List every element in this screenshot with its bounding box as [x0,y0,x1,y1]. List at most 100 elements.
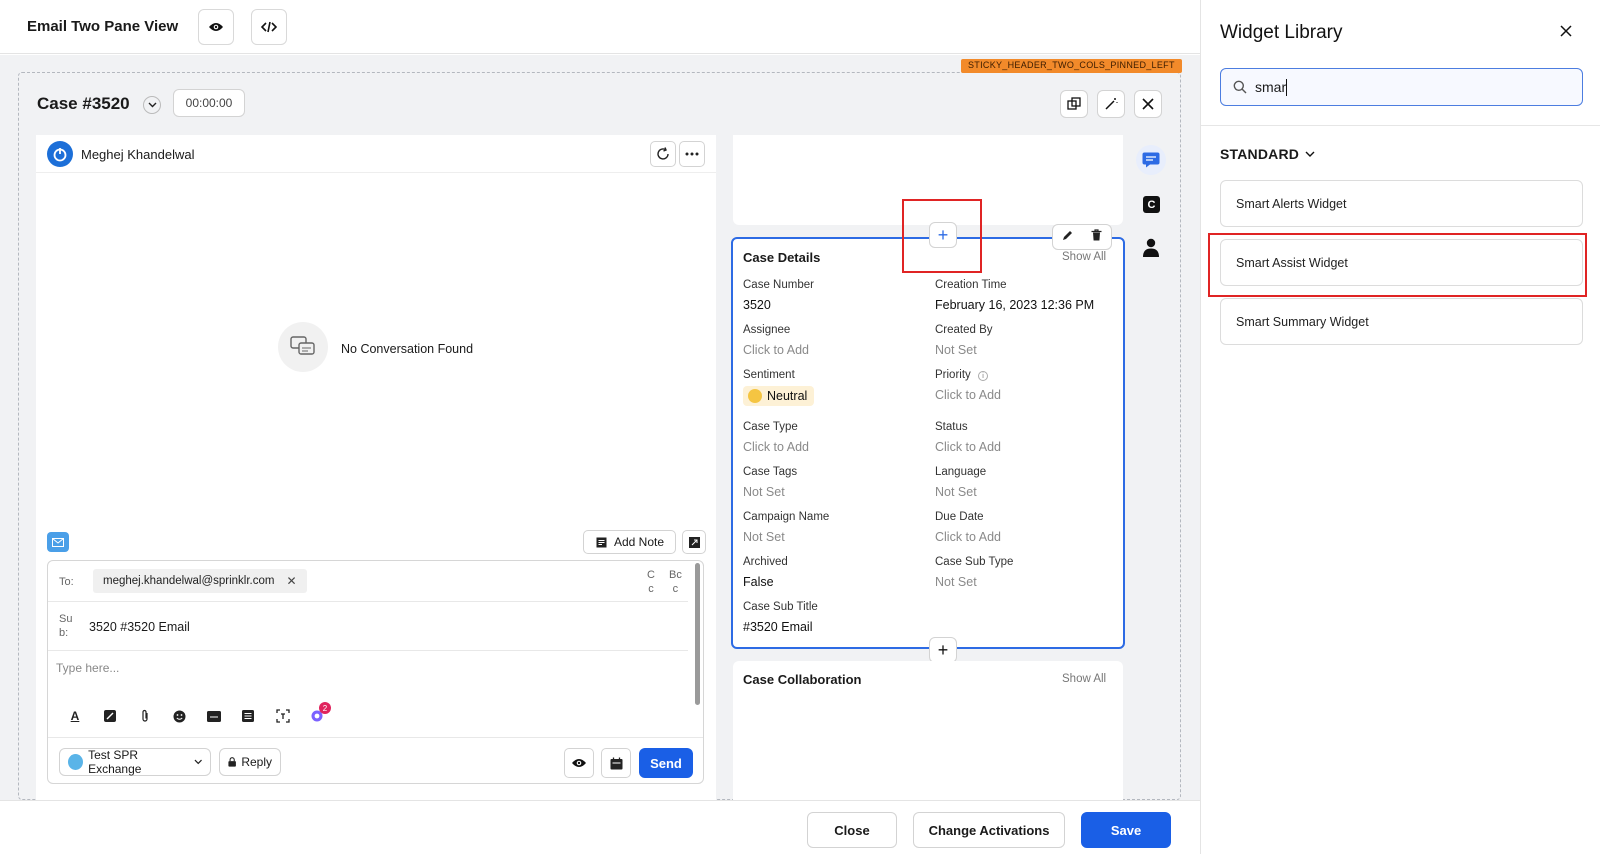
avatar [47,141,73,167]
subject-input[interactable]: 3520 #3520 Email [89,620,190,634]
message-body-input[interactable]: Type here... [56,661,119,675]
field-value[interactable]: Click to Add [935,440,1001,454]
account-selector[interactable]: Test SPR Exchange [59,748,211,776]
section-title: STANDARD [1220,146,1300,162]
subject-label: Su b: [59,613,73,639]
delete-icon[interactable] [1091,228,1102,246]
field-value[interactable]: Not Set [935,575,977,589]
save-button[interactable]: Save [1081,812,1171,848]
refresh-button[interactable] [650,141,676,167]
close-icon [1142,98,1154,110]
widget-library-panel [1200,0,1600,854]
divider [1201,125,1600,126]
info-icon[interactable]: i [978,371,988,381]
field-value: #3520 Email [743,620,813,634]
preview-email-button[interactable] [564,748,594,778]
contact-name: Meghej Khandelwal [81,147,195,162]
layout-tag: STICKY_HEADER_TWO_COLS_PINNED_LEFT [961,59,1182,73]
account-name: Test SPR Exchange [88,748,142,776]
widget-item-smart-summary[interactable]: Smart Summary Widget [1220,298,1583,345]
gif-icon[interactable] [205,707,223,725]
code-view-button[interactable] [251,9,287,45]
divider [48,650,688,651]
chevron-down-icon [194,759,202,765]
field-value: 3520 [743,298,771,312]
send-button[interactable]: Send [639,748,693,778]
add-widget-below-button[interactable]: + [929,637,957,663]
code-icon [261,21,277,33]
text-format-icon[interactable]: A [66,707,84,725]
divider [48,601,688,602]
case-dropdown-button[interactable] [143,96,161,114]
close-case-button[interactable] [1134,90,1162,118]
case-nav-icon[interactable]: C [1143,196,1160,213]
reply-mode-button[interactable]: Reply [219,748,281,776]
field-label: Case Number [743,279,814,291]
edit-icon[interactable] [1062,228,1073,246]
close-library-button[interactable] [1560,24,1572,42]
attachment-icon[interactable] [136,707,154,725]
insert-link-icon[interactable] [101,707,119,725]
magic-wand-icon [1105,98,1118,110]
field-label: Case Sub Type [935,556,1014,568]
bcc-toggle[interactable]: Bc c [669,568,682,596]
case-details-show-all[interactable]: Show All [1062,251,1106,263]
chevron-down-icon [1305,151,1315,157]
highlight-box [902,199,982,273]
field-value: False [743,575,774,589]
widget-search-input[interactable]: smar [1220,68,1583,106]
field-label: Created By [935,324,993,336]
recipient-email: meghej.khandelwal@sprinklr.com [103,575,275,587]
preview-button[interactable] [198,9,234,45]
chat-bubbles-icon [290,336,315,355]
field-label: Case Sub Title [743,601,818,613]
expand-composer-button[interactable] [682,530,706,554]
note-icon [596,537,607,547]
composer-scrollbar[interactable] [695,563,700,705]
field-value: Neutral [743,386,815,406]
emoji-icon[interactable] [170,707,188,725]
highlight-box [1208,233,1587,297]
template-icon[interactable] [239,707,257,725]
to-label: To: [59,576,74,588]
case-title: Case #3520 [37,94,130,113]
field-value[interactable]: Not Set [743,485,785,499]
lock-icon [228,757,236,767]
change-activations-button[interactable]: Change Activations [913,812,1065,848]
profile-nav-icon[interactable] [1142,238,1160,263]
collaboration-title: Case Collaboration [743,672,862,687]
field-value: February 16, 2023 12:36 PM [935,298,1095,312]
copy-icon [1067,97,1081,110]
duplicate-button[interactable] [1060,90,1088,118]
add-note-button[interactable]: Add Note [583,530,676,554]
field-value[interactable]: Click to Add [935,388,1001,402]
field-value[interactable]: Not Set [935,485,977,499]
remove-recipient-icon[interactable]: ✕ [286,574,296,588]
more-options-button[interactable] [679,141,705,167]
text-expand-icon[interactable] [274,707,292,725]
field-label: Case Type [743,421,798,433]
collaboration-show-all[interactable]: Show All [1062,673,1106,685]
account-avatar [68,754,84,770]
add-note-label: Add Note [614,535,665,549]
field-label: Creation Time [935,279,1007,291]
search-icon [1233,80,1247,94]
field-value[interactable]: Not Set [935,343,977,357]
empty-conversation-message: No Conversation Found [341,342,474,356]
notification-badge: 2 [319,702,331,714]
close-button[interactable]: Close [807,812,897,848]
field-label: Language [935,466,987,478]
magic-wand-button[interactable] [1097,90,1125,118]
conversation-empty-icon [278,322,328,372]
widget-item-smart-alerts[interactable]: Smart Alerts Widget [1220,180,1583,227]
field-value[interactable]: Click to Add [935,530,1001,544]
field-value[interactable]: Click to Add [743,440,809,454]
conversations-nav-icon[interactable] [1136,145,1166,175]
field-value[interactable]: Click to Add [743,343,809,357]
refresh-icon [657,147,669,160]
field-value[interactable]: Not Set [743,530,785,544]
chevron-down-icon [148,102,156,108]
standard-section-toggle[interactable]: STANDARD [1220,146,1315,162]
cc-toggle[interactable]: Cc [647,568,655,596]
schedule-button[interactable] [601,748,631,778]
